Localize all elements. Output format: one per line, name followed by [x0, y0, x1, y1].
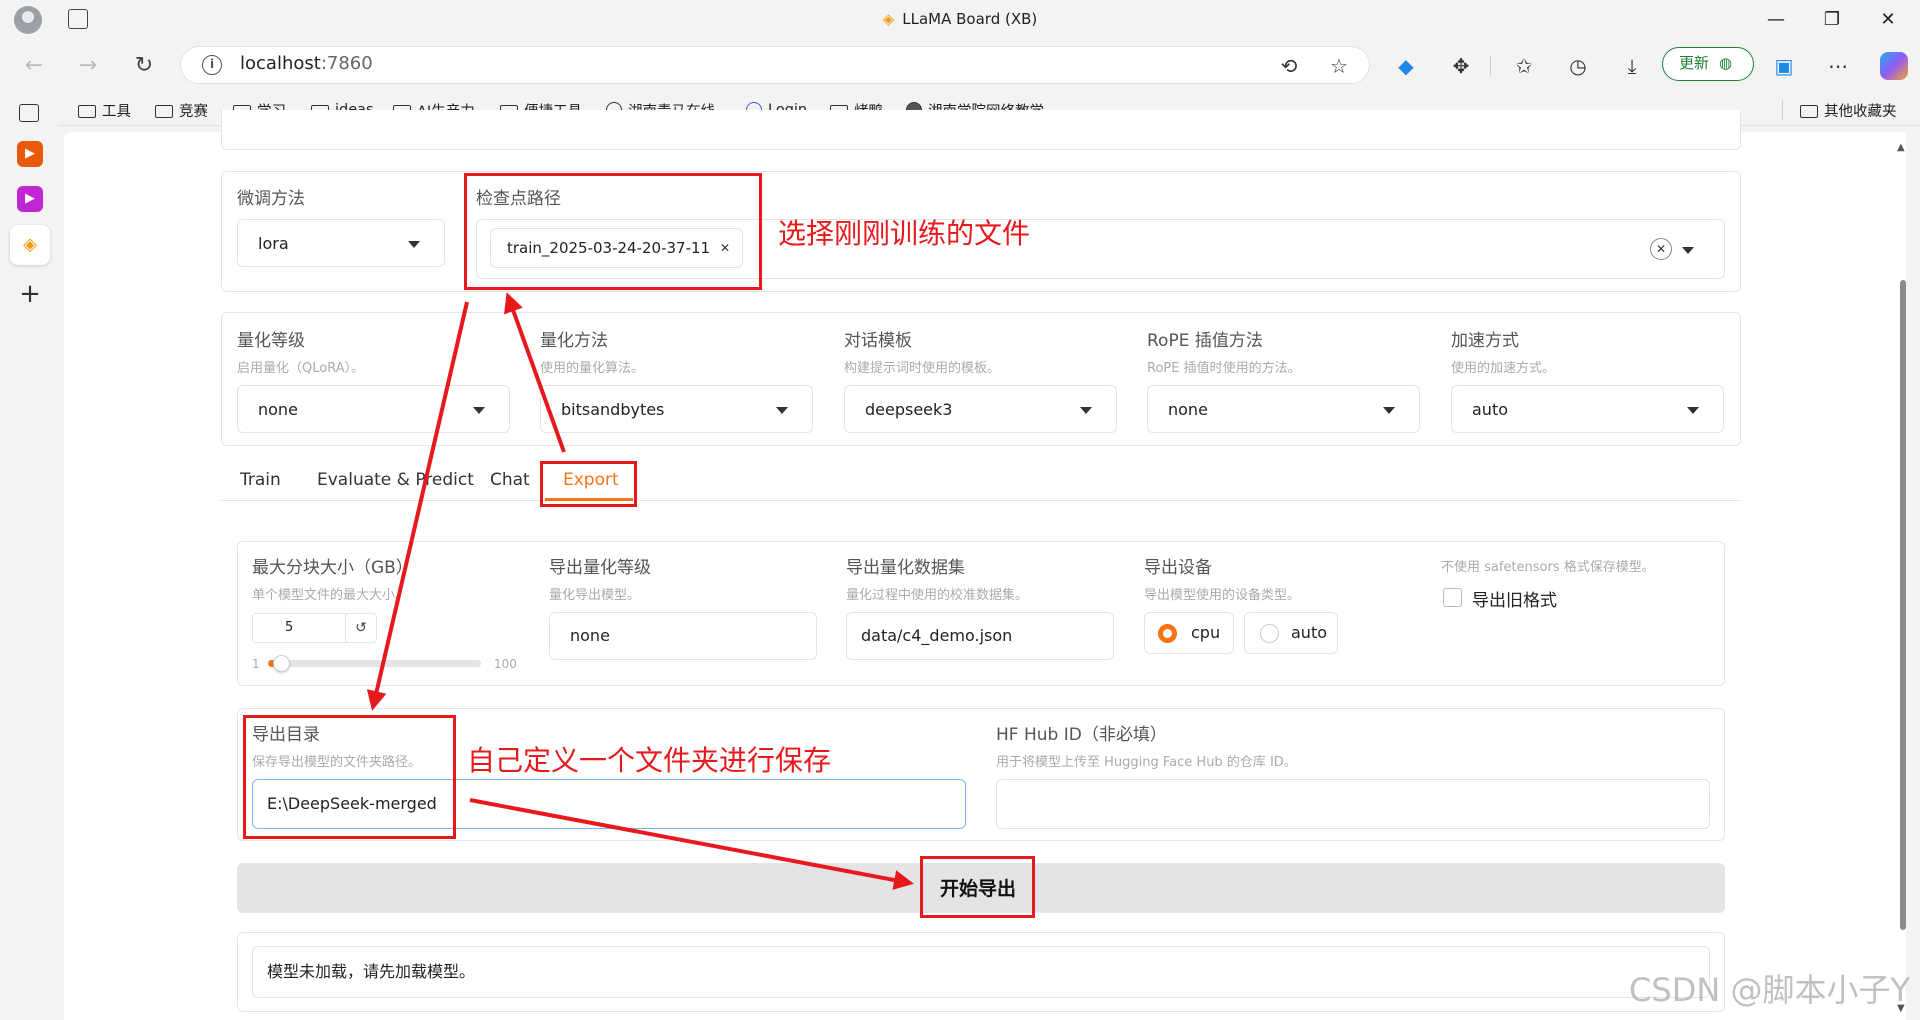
annotation-arrows — [366, 292, 914, 890]
arrow-to-export-dir — [366, 301, 469, 711]
arrow-to-start-export — [469, 798, 914, 890]
watermark: CSDN @脚本小子Y — [1629, 971, 1910, 1009]
arrow-to-checkpoint — [503, 292, 566, 453]
